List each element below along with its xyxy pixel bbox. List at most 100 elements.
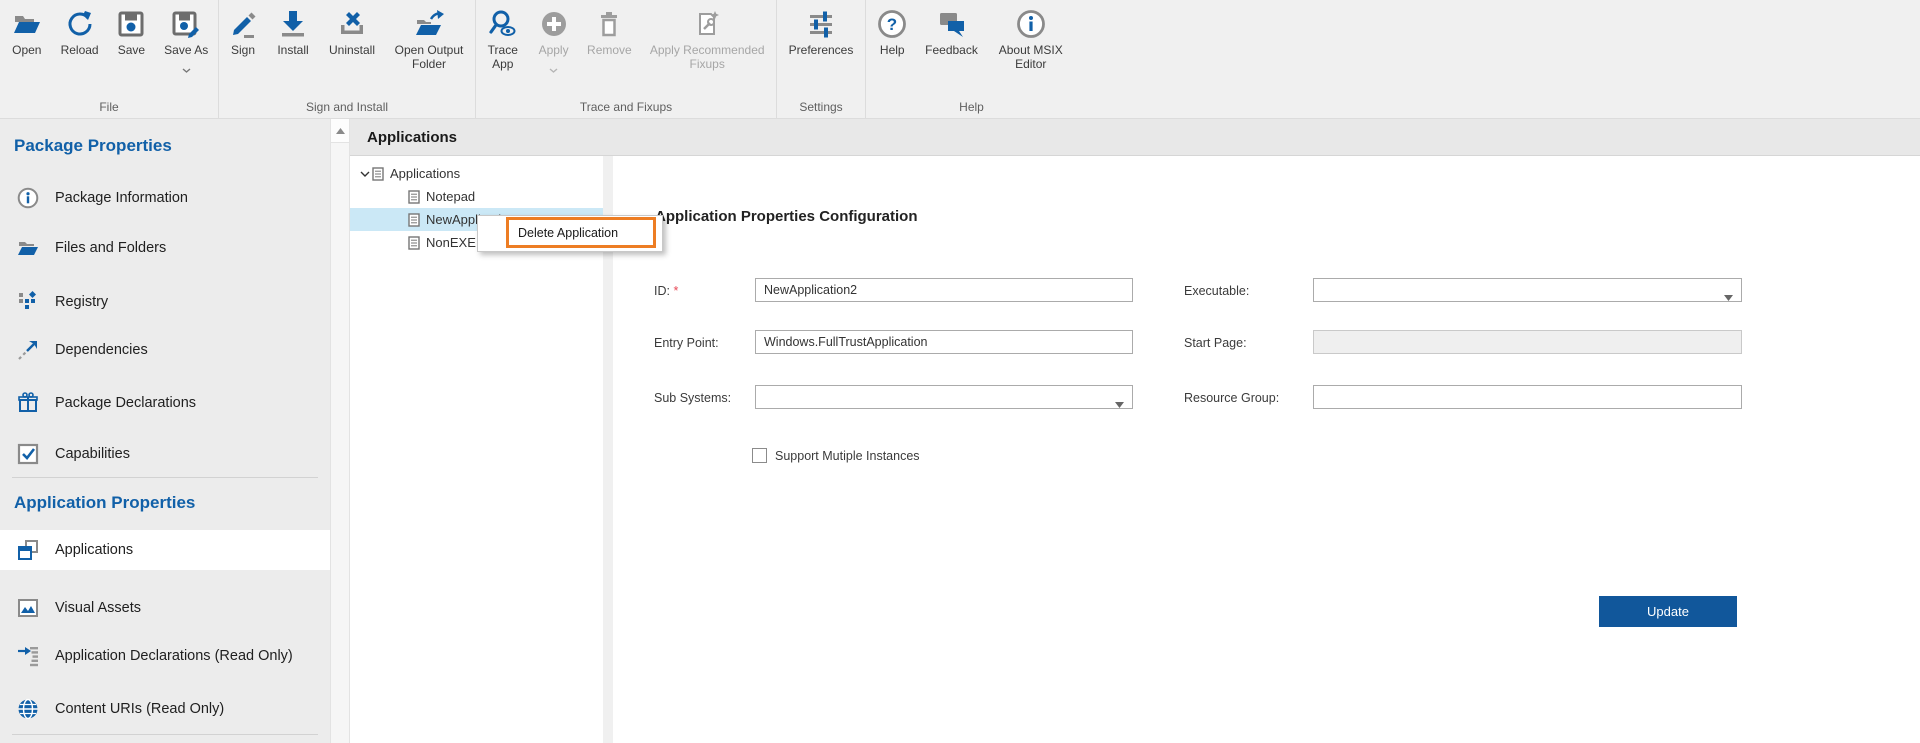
- scrollbar-up-button[interactable]: [331, 119, 349, 143]
- feedback-bubbles-icon: [937, 7, 967, 41]
- start-page-label: Start Page:: [1184, 336, 1247, 350]
- preferences-label: Preferences: [788, 43, 854, 57]
- content-header-bar: Applications: [350, 119, 1920, 156]
- sidebar-scrollbar[interactable]: [330, 119, 350, 743]
- info-icon: [16, 187, 40, 209]
- open-button[interactable]: Open: [3, 7, 51, 58]
- sidebar-item-capabilities[interactable]: Capabilities: [0, 434, 330, 474]
- question-circle-icon: ?: [877, 7, 907, 41]
- application-properties-heading: Application Properties: [14, 493, 196, 512]
- reload-button[interactable]: Reload: [54, 7, 106, 58]
- context-menu: Delete Application: [477, 215, 663, 252]
- apply-label: Apply: [538, 43, 569, 57]
- preferences-button[interactable]: Preferences: [781, 7, 861, 58]
- apply-recommended-fixups-button: Apply Recommended Fixups: [641, 7, 773, 71]
- sub-systems-combobox[interactable]: [755, 385, 1133, 409]
- save-as-icon: [171, 7, 201, 41]
- delete-application-menu-item[interactable]: Delete Application: [506, 217, 656, 248]
- msix-editor-window: Open Reload Save Save As File Sign Insta…: [0, 0, 1920, 743]
- ribbon-group-settings-label: Settings: [799, 100, 843, 114]
- sidebar-item-files-and-folders[interactable]: Files and Folders: [0, 228, 330, 268]
- checkbox-check-icon: [16, 443, 40, 465]
- ribbon-group-file: Open Reload Save Save As File: [0, 0, 219, 119]
- document-icon: [408, 212, 420, 227]
- svg-text:?: ?: [887, 15, 897, 34]
- support-multiple-instances-label: Support Mutiple Instances: [775, 449, 920, 463]
- application-properties-form: Application Properties Configuration ID:…: [613, 156, 1920, 743]
- sidebar-item-package-declarations[interactable]: Package Declarations: [0, 383, 330, 423]
- sidebar-item-label: Package Declarations: [55, 395, 197, 411]
- feedback-button[interactable]: Feedback: [919, 7, 985, 58]
- id-label: ID: *: [654, 284, 679, 298]
- tree-item-notepad[interactable]: Notepad: [350, 185, 603, 208]
- executable-combobox[interactable]: [1313, 278, 1742, 302]
- trace-app-label: Trace App: [487, 43, 518, 71]
- uninstall-button[interactable]: Uninstall: [321, 7, 383, 58]
- triangle-up-icon: [335, 127, 345, 134]
- document-icon: [372, 166, 384, 181]
- form-title: Application Properties Configuration: [655, 208, 918, 225]
- sidebar-divider: [12, 477, 318, 478]
- feedback-label: Feedback: [925, 43, 978, 57]
- document-icon: [408, 235, 420, 250]
- remove-label: Remove: [587, 43, 632, 57]
- ribbon-group-help: ? Help Feedback About MSIX Editor Help: [866, 0, 1077, 119]
- sidebar-item-label: Capabilities: [55, 446, 130, 462]
- image-icon: [16, 597, 40, 619]
- executable-label: Executable:: [1184, 284, 1250, 298]
- install-label: Install: [277, 43, 309, 57]
- ribbon-group-sign-install-label: Sign and Install: [305, 100, 389, 114]
- document-icon: [408, 189, 420, 204]
- open-output-folder-button[interactable]: Open Output Folder: [385, 7, 473, 71]
- sidebar-item-applications[interactable]: Applications: [0, 530, 330, 570]
- open-output-folder-label: Open Output Folder: [394, 43, 464, 71]
- sign-button[interactable]: Sign: [221, 7, 265, 58]
- help-label: Help: [879, 43, 905, 57]
- apply-recommended-fixups-label: Apply Recommended Fixups: [649, 43, 765, 71]
- tree-root-label: Applications: [390, 166, 461, 181]
- sidebar-item-label: Dependencies: [55, 342, 148, 358]
- start-page-input: [1313, 330, 1742, 354]
- update-button[interactable]: Update: [1599, 596, 1737, 627]
- sidebar-item-package-information[interactable]: Package Information: [0, 178, 330, 218]
- ribbon-group-help-label: Help: [959, 100, 984, 114]
- save-as-button[interactable]: Save As: [157, 7, 215, 78]
- package-properties-heading: Package Properties: [14, 136, 172, 155]
- dependencies-arrow-icon: [16, 339, 40, 361]
- sidebar-item-label: Applications: [55, 542, 134, 558]
- entry-point-input[interactable]: [755, 330, 1133, 354]
- chevron-down-icon[interactable]: [182, 60, 191, 78]
- ribbon-group-settings: Preferences Settings: [777, 0, 866, 119]
- save-as-label: Save As: [164, 43, 209, 57]
- chevron-down-icon: [1724, 288, 1733, 306]
- sidebar-item-dependencies[interactable]: Dependencies: [0, 330, 330, 370]
- help-button[interactable]: ? Help: [870, 7, 914, 58]
- registry-icon: [16, 291, 40, 313]
- tree-item-label: NonEXE: [426, 235, 476, 250]
- chevron-down-icon[interactable]: [358, 171, 372, 177]
- trace-app-button[interactable]: Trace App: [479, 7, 527, 71]
- sidebar-item-content-uris[interactable]: Content URIs (Read Only): [0, 689, 330, 729]
- save-label: Save: [117, 43, 146, 57]
- install-button[interactable]: Install: [267, 7, 319, 58]
- tree-root-applications[interactable]: Applications: [350, 162, 603, 185]
- sidebar-item-registry[interactable]: Registry: [0, 282, 330, 322]
- sidebar-item-label: Content URIs (Read Only): [55, 701, 225, 717]
- apply-button: Apply: [530, 7, 578, 78]
- pencil-icon: [228, 7, 258, 41]
- resource-group-input[interactable]: [1313, 385, 1742, 409]
- sidebar-item-visual-assets[interactable]: Visual Assets: [0, 588, 330, 628]
- save-icon: [116, 7, 146, 41]
- support-multiple-instances-checkbox[interactable]: [752, 448, 767, 463]
- save-button[interactable]: Save: [108, 7, 154, 58]
- trash-icon: [594, 7, 624, 41]
- ribbon-toolbar: Open Reload Save Save As File Sign Insta…: [0, 0, 1920, 119]
- gift-icon: [16, 392, 40, 414]
- id-input[interactable]: [755, 278, 1133, 302]
- required-asterisk: *: [673, 284, 679, 298]
- about-msix-editor-button[interactable]: About MSIX Editor: [989, 7, 1073, 71]
- reload-label: Reload: [60, 43, 99, 57]
- sidebar-item-label: Package Information: [55, 190, 188, 206]
- sidebar-item-application-declarations[interactable]: Application Declarations (Read Only): [0, 636, 330, 676]
- document-wrench-icon: [692, 7, 722, 41]
